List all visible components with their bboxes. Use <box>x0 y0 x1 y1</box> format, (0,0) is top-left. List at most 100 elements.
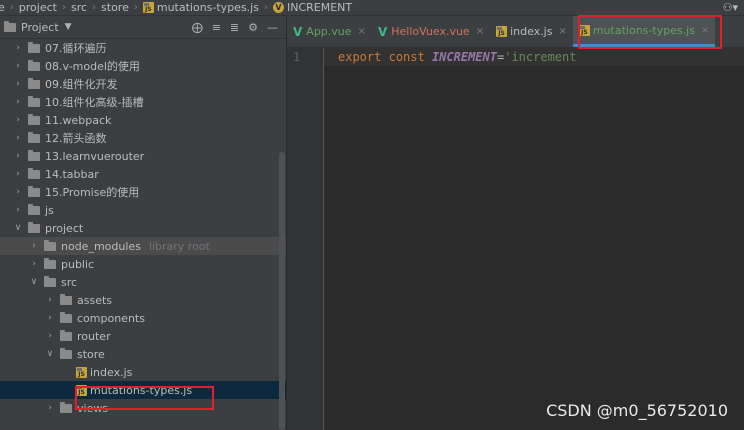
tree-item-label: index.js <box>90 365 133 379</box>
chevron-down-icon[interactable]: ∨ <box>28 277 40 287</box>
chevron-right-icon[interactable]: › <box>28 259 40 269</box>
chevron-right-icon[interactable]: › <box>12 151 24 161</box>
breadcrumb-item[interactable]: JS mutations-types.js › <box>142 1 273 14</box>
project-panel: Project ▼ ⨁ ≡ ≣ ⚙ — › 07.循环遍历 › 08.v-model的… <box>0 16 287 430</box>
chevron-down-icon[interactable]: ▼ <box>65 22 72 32</box>
chevron-right-icon[interactable]: › <box>12 61 24 71</box>
tree-item-label: public <box>61 257 95 271</box>
chevron-down-icon[interactable]: ∨ <box>12 223 24 233</box>
chevron-down-icon[interactable]: ∨ <box>44 349 56 359</box>
tree-item[interactable]: › js <box>0 201 286 219</box>
tree-item[interactable]: › 15.Promise的使用 <box>0 183 286 201</box>
breadcrumb-item[interactable]: V INCREMENT <box>272 1 352 14</box>
tree-item[interactable]: › 12.箭头函数 <box>0 129 286 147</box>
tree-item[interactable]: › components <box>0 309 286 327</box>
folder-icon <box>60 347 72 359</box>
tree-item[interactable]: › 10.组件化高级-插槽 <box>0 93 286 111</box>
breadcrumb-item[interactable]: src › <box>71 1 101 14</box>
chevron-right-icon[interactable]: › <box>28 241 40 251</box>
project-view-title[interactable]: Project <box>21 21 59 34</box>
chevron-right-icon[interactable]: › <box>44 403 56 413</box>
chevron-right-icon[interactable]: › <box>12 187 24 197</box>
folder-icon <box>28 113 40 125</box>
tree-item[interactable]: › 07.循环遍历 <box>0 39 286 57</box>
folder-icon <box>28 77 40 89</box>
chevron-right-icon[interactable]: › <box>12 97 24 107</box>
folder-icon <box>28 167 40 179</box>
constant-icon: V <box>272 2 284 13</box>
close-icon[interactable]: × <box>476 26 484 37</box>
tree-item[interactable]: › node_modules library root <box>0 237 286 255</box>
highlight-box-tab <box>578 15 722 49</box>
breadcrumb-label: store <box>101 1 129 14</box>
project-panel-header: Project ▼ ⨁ ≡ ≣ ⚙ — <box>0 16 286 39</box>
tree-item[interactable]: › public <box>0 255 286 273</box>
folder-icon <box>28 95 40 107</box>
minimize-icon[interactable]: — <box>267 21 278 34</box>
tree-item[interactable]: › assets <box>0 291 286 309</box>
line-number-gutter: 1 <box>287 48 324 430</box>
folder-icon <box>28 185 40 197</box>
tree-item[interactable]: › router <box>0 327 286 345</box>
tree-item-label: 14.tabbar <box>45 167 99 181</box>
tree-item-label: 10.组件化高级-插槽 <box>45 96 144 109</box>
folder-icon <box>28 149 40 161</box>
chevron-right-icon[interactable]: › <box>44 313 56 323</box>
tree-item[interactable]: ∨ store <box>0 345 286 363</box>
chevron-right-icon[interactable]: › <box>12 115 24 125</box>
code-line-1[interactable]: export const INCREMENT='increment <box>338 48 576 66</box>
locate-icon[interactable]: ⨁ <box>192 21 203 34</box>
tree-item[interactable]: › 14.tabbar <box>0 165 286 183</box>
collapse-all-icon[interactable]: ≣ <box>230 21 239 34</box>
tree-item-label: 07.循环遍历 <box>45 42 107 55</box>
folder-icon <box>44 239 56 251</box>
highlight-box-tree <box>75 386 214 410</box>
tree-item[interactable]: ∨ project <box>0 219 286 237</box>
tree-item[interactable]: › 13.learnvuerouter <box>0 147 286 165</box>
chevron-right-icon[interactable]: › <box>12 205 24 215</box>
gear-icon[interactable]: ⚙ <box>248 21 258 34</box>
close-icon[interactable]: × <box>358 26 366 37</box>
breadcrumb: e›project›src›store›JSmutations-types.js… <box>0 0 744 16</box>
folder-icon <box>60 293 72 305</box>
chevron-right-icon[interactable]: › <box>12 43 24 53</box>
breadcrumb-separator-icon: › <box>92 2 97 13</box>
chevron-right-icon[interactable]: › <box>44 295 56 305</box>
chevron-right-icon[interactable]: › <box>12 133 24 143</box>
tree-item[interactable]: › 09.组件化开发 <box>0 75 286 93</box>
close-icon[interactable]: × <box>558 26 566 37</box>
chevron-right-icon[interactable]: › <box>12 169 24 179</box>
tree-item-label: src <box>61 275 78 289</box>
tree-item-label: 08.v-model的使用 <box>45 60 140 73</box>
tree-item-label: 11.webpack <box>45 113 112 127</box>
editor-tab[interactable]: JS index.js × <box>490 16 573 47</box>
tree-item[interactable]: JS index.js <box>0 363 286 381</box>
breadcrumb-item[interactable]: e› <box>0 1 19 14</box>
tree-item[interactable]: › 08.v-model的使用 <box>0 57 286 75</box>
chevron-right-icon[interactable]: › <box>12 79 24 89</box>
js-file-icon: JS <box>496 26 508 37</box>
editor-area: V App.vue × V HelloVuex.vue × JS index.js × JS mut… <box>287 16 744 430</box>
breadcrumb-item[interactable]: store › <box>101 1 143 14</box>
editor-tab[interactable]: V App.vue × <box>287 16 372 47</box>
folder-icon <box>44 275 56 287</box>
tree-item[interactable]: › 11.webpack <box>0 111 286 129</box>
chevron-right-icon[interactable]: › <box>44 331 56 341</box>
folder-icon <box>60 329 72 341</box>
expand-all-icon[interactable]: ≡ <box>212 21 221 34</box>
breadcrumb-separator-icon: › <box>133 2 138 13</box>
tree-item-label: project <box>45 221 84 235</box>
editor-tab[interactable]: V HelloVuex.vue × <box>372 16 490 47</box>
tree-scrollbar[interactable] <box>279 152 285 430</box>
breadcrumb-label: e <box>0 1 5 14</box>
editor-tab-label: HelloVuex.vue <box>391 25 470 38</box>
code-constant-name: INCREMENT <box>431 50 497 64</box>
code-keyword-const: const <box>388 50 425 64</box>
folder-icon <box>28 221 40 233</box>
breadcrumb-label: src <box>70 1 88 14</box>
user-icon[interactable]: ⚇▾ <box>723 1 738 14</box>
tree-item-label: 13.learnvuerouter <box>45 149 145 163</box>
tree-item[interactable]: ∨ src <box>0 273 286 291</box>
breadcrumb-item[interactable]: project › <box>19 1 71 14</box>
breadcrumb-separator-icon: › <box>9 2 14 13</box>
